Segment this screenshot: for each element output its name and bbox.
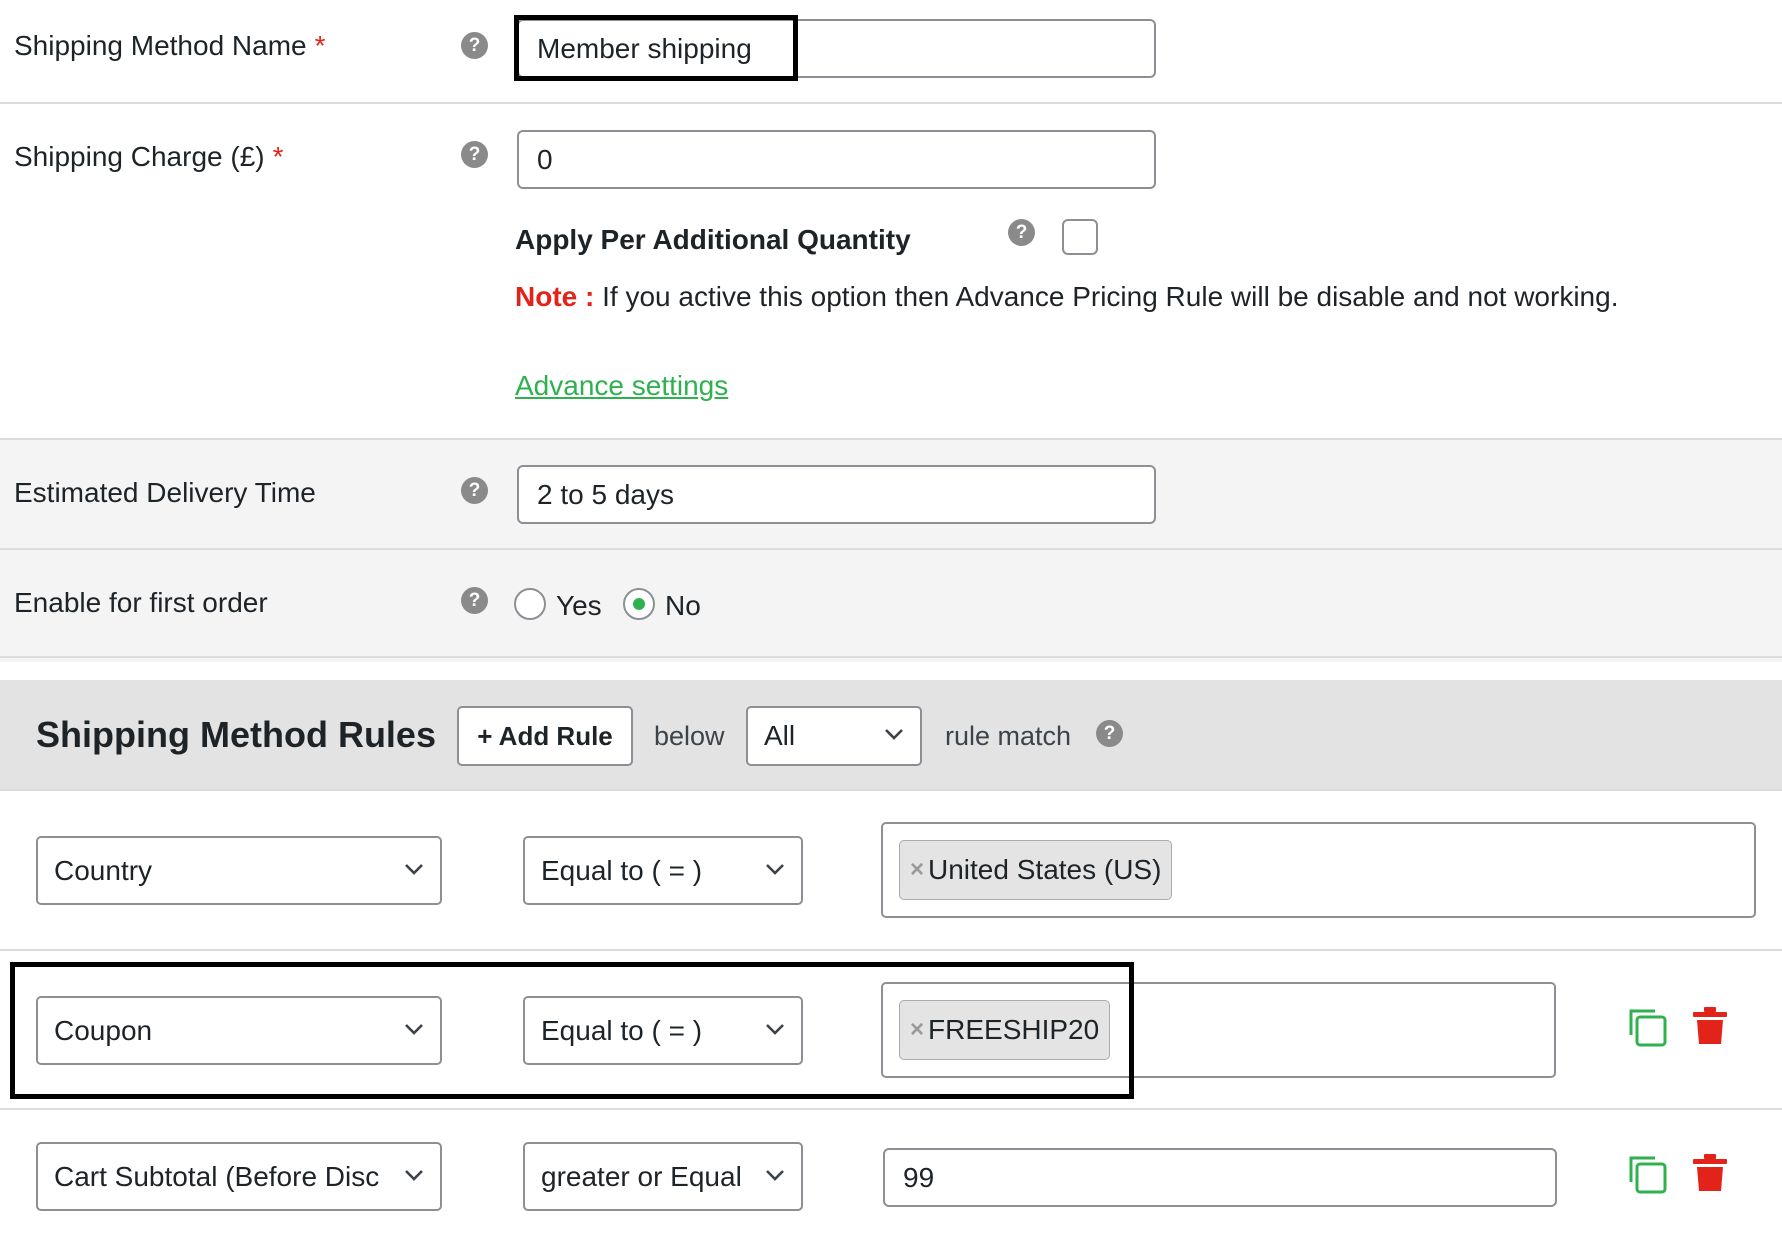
per-quantity-label: Apply Per Additional Quantity <box>515 224 911 255</box>
first-order-yes-radio[interactable] <box>514 588 546 620</box>
delivery-value: 2 to 5 days <box>537 478 674 510</box>
method-name-highlight <box>514 15 798 81</box>
chevron-down-icon <box>405 863 423 875</box>
rule-condition-value: Cart Subtotal (Before Disc <box>54 1160 380 1192</box>
rule-operator-select[interactable]: greater or Equal <box>523 1142 803 1211</box>
rule-condition-value: Country <box>54 854 153 886</box>
copy-icon[interactable] <box>1625 1152 1669 1196</box>
rule-operator-value: greater or Equal <box>541 1160 742 1192</box>
chevron-down-icon <box>885 729 903 740</box>
method-name-label-text: Shipping Method Name <box>14 30 307 61</box>
method-name-label: Shipping Method Name * <box>14 30 326 62</box>
rule-operator-value: Equal to ( = ) <box>541 854 703 886</box>
rule-condition-select[interactable]: Country <box>36 836 442 905</box>
charge-label: Shipping Charge (£) * <box>14 141 284 173</box>
divider <box>0 1108 1782 1110</box>
note-body: If you active this option then Advance P… <box>602 281 1619 312</box>
below-text: below <box>654 721 725 751</box>
first-order-no-label: No <box>665 590 701 621</box>
per-quantity-checkbox[interactable] <box>1062 219 1098 255</box>
add-rule-button[interactable]: + Add Rule <box>457 706 633 766</box>
charge-value: 0 <box>537 143 553 175</box>
divider <box>0 102 1782 104</box>
trash-icon[interactable] <box>1692 1006 1728 1046</box>
rule-value-input[interactable]: 99 <box>883 1148 1557 1207</box>
delivery-input[interactable]: 2 to 5 days <box>517 465 1156 524</box>
help-icon[interactable]: ? <box>1096 720 1123 747</box>
charge-input[interactable]: 0 <box>517 130 1156 189</box>
advance-settings-link[interactable]: Advance settings <box>515 370 728 402</box>
tag-label: United States (US) <box>928 854 1162 885</box>
divider <box>0 949 1782 951</box>
rules-title: Shipping Method Rules <box>36 714 436 755</box>
help-icon[interactable]: ? <box>461 587 488 614</box>
rule-match-value: All <box>764 720 796 751</box>
rule-match-select[interactable]: All <box>746 706 922 766</box>
chevron-down-icon <box>766 863 784 875</box>
help-icon[interactable]: ? <box>461 32 488 59</box>
divider <box>0 656 1782 658</box>
divider <box>0 789 1782 791</box>
trash-icon[interactable] <box>1692 1153 1728 1193</box>
required-mark: * <box>272 141 284 172</box>
help-icon[interactable]: ? <box>1008 219 1035 246</box>
rule-condition-select[interactable]: Cart Subtotal (Before Disc <box>36 1142 442 1211</box>
chevron-down-icon <box>766 1169 784 1181</box>
first-order-yes-label: Yes <box>556 590 602 621</box>
help-icon[interactable]: ? <box>461 477 488 504</box>
first-order-no-radio[interactable] <box>623 588 655 620</box>
first-order-label: Enable for first order <box>14 587 268 618</box>
tag-remove-icon[interactable]: × <box>910 856 924 884</box>
copy-icon[interactable] <box>1625 1005 1669 1049</box>
coupon-row-highlight <box>10 962 1134 1099</box>
divider <box>0 548 1782 550</box>
chevron-down-icon <box>405 1169 423 1181</box>
charge-label-text: Shipping Charge (£) <box>14 141 265 172</box>
rule-value-tag[interactable]: × United States (US) <box>899 840 1173 900</box>
note-text: Note : If you active this option then Ad… <box>515 281 1618 313</box>
add-rule-button-label: + Add Rule <box>477 720 613 751</box>
rule-match-text: rule match <box>945 721 1072 751</box>
help-icon[interactable]: ? <box>461 141 488 168</box>
rule-value-text: 99 <box>903 1161 935 1193</box>
required-mark: * <box>314 30 326 61</box>
note-prefix: Note : <box>515 281 595 312</box>
rule-operator-select[interactable]: Equal to ( = ) <box>523 836 803 905</box>
delivery-label: Estimated Delivery Time <box>14 477 316 508</box>
divider <box>0 438 1782 440</box>
